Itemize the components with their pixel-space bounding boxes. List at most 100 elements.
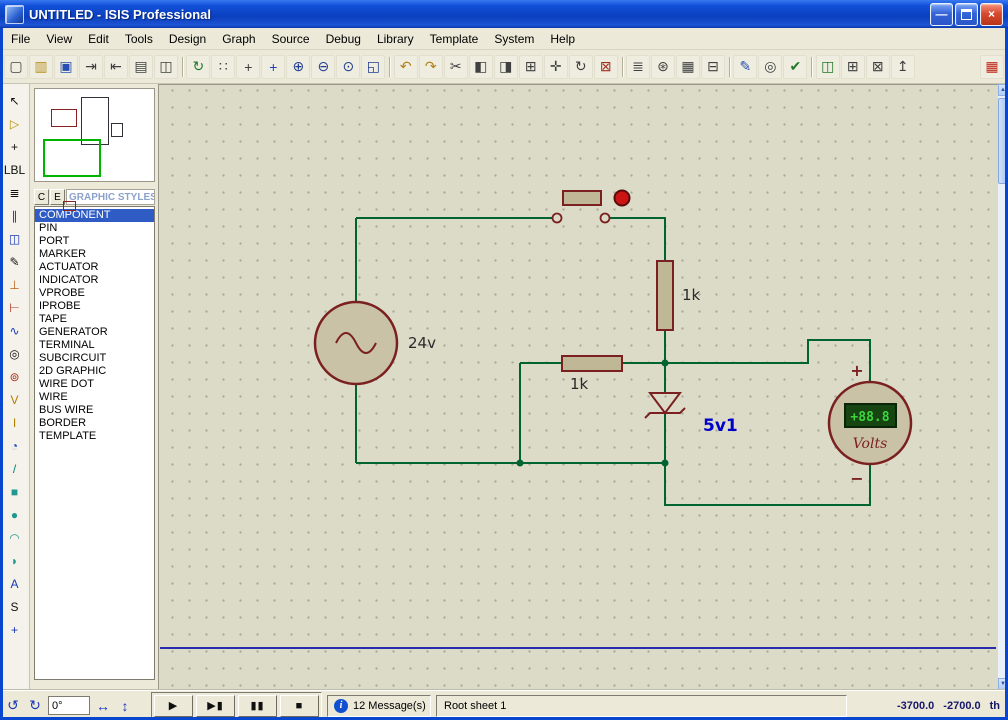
export-button[interactable]: ⇤ (104, 55, 128, 79)
component-mode-button[interactable]: ▷ (4, 113, 26, 134)
minimize-button[interactable]: — (930, 3, 953, 26)
wire-autorouter-button[interactable]: ✎ (733, 55, 757, 79)
zoom-all-button[interactable]: ⊙ (336, 55, 360, 79)
resistor-r2[interactable]: 1k (562, 356, 622, 393)
style-item-marker[interactable]: MARKER (35, 248, 154, 261)
style-item-terminal[interactable]: TERMINAL (35, 339, 154, 352)
import-button[interactable]: ⇥ (79, 55, 103, 79)
style-item-border[interactable]: BORDER (35, 417, 154, 430)
scroll-down-icon[interactable]: ▼ (998, 678, 1008, 690)
menu-library[interactable]: Library (369, 29, 422, 49)
instant-edit-mode-button[interactable]: ✎ (4, 251, 26, 272)
open-folder-button[interactable]: ▥ (29, 55, 53, 79)
goto-sheet-button[interactable]: ↥ (891, 55, 915, 79)
pause-button[interactable]: ▮▮ (238, 695, 277, 717)
wire-label-mode-button[interactable]: LBL (4, 159, 26, 180)
property-assignment-button[interactable]: ✔ (783, 55, 807, 79)
mark-print-area-button[interactable]: ◫ (154, 55, 178, 79)
style-item-actuator[interactable]: ACTUATOR (35, 261, 154, 274)
2d-circle-mode-button[interactable]: ● (4, 504, 26, 525)
resistor-r1[interactable]: 1k (657, 261, 701, 330)
style-item-tape[interactable]: TAPE (35, 313, 154, 326)
menu-tools[interactable]: Tools (117, 29, 161, 49)
selection-mode-button[interactable]: ↖ (4, 90, 26, 111)
style-item-iprobe[interactable]: IPROBE (35, 300, 154, 313)
text-script-mode-button[interactable]: ≣ (4, 182, 26, 203)
style-item-component[interactable]: COMPONENT (35, 209, 154, 222)
2d-marker-mode-button[interactable]: + (4, 619, 26, 640)
style-item-indicator[interactable]: INDICATOR (35, 274, 154, 287)
ac-source[interactable]: 24v (315, 302, 436, 384)
new-file-button[interactable]: ▢ (4, 55, 28, 79)
pick-components-button[interactable]: C (34, 189, 49, 205)
junction-dot-mode-button[interactable]: + (4, 136, 26, 157)
style-item-wire[interactable]: WIRE (35, 391, 154, 404)
device-pin-mode-button[interactable]: ⊢ (4, 297, 26, 318)
zener-diode[interactable]: 5v1 (645, 393, 738, 436)
menu-design[interactable]: Design (161, 29, 214, 49)
overview-minimap[interactable] (34, 88, 155, 182)
zoom-in-button[interactable]: ⊕ (286, 55, 310, 79)
save-button[interactable]: ▣ (54, 55, 78, 79)
rotate-anticlockwise-button[interactable]: ↺ (4, 697, 22, 715)
rotate-clockwise-button[interactable]: ↻ (26, 697, 44, 715)
netlist-to-ares-button[interactable]: ▦ (980, 55, 1004, 79)
copy-button[interactable]: ◧ (469, 55, 493, 79)
redo-button[interactable]: ↷ (419, 55, 443, 79)
stop-button[interactable]: ■ (280, 695, 319, 717)
make-device-button[interactable]: ⊛ (651, 55, 675, 79)
style-item-subcircuit[interactable]: SUBCIRCUIT (35, 352, 154, 365)
design-explorer-button[interactable]: ◫ (816, 55, 840, 79)
menu-template[interactable]: Template (422, 29, 487, 49)
overview-viewport-rect[interactable] (43, 139, 101, 177)
style-item-generator[interactable]: GENERATOR (35, 326, 154, 339)
graph-mode-button[interactable]: ∿ (4, 320, 26, 341)
block-rotate-button[interactable]: ↻ (569, 55, 593, 79)
style-item-pin[interactable]: PIN (35, 222, 154, 235)
scrollbar-thumb[interactable] (998, 98, 1008, 184)
style-item-port[interactable]: PORT (35, 235, 154, 248)
print-button[interactable]: ▤ (129, 55, 153, 79)
bus-mode-button[interactable]: ∥ (4, 205, 26, 226)
remove-sheet-button[interactable]: ⊠ (866, 55, 890, 79)
menu-edit[interactable]: Edit (80, 29, 117, 49)
subcircuit-mode-button[interactable]: ◫ (4, 228, 26, 249)
zoom-area-button[interactable]: ◱ (361, 55, 385, 79)
style-item-bus-wire[interactable]: BUS WIRE (35, 404, 154, 417)
2d-line-mode-button[interactable]: / (4, 458, 26, 479)
pick-parts-button[interactable]: ≣ (626, 55, 650, 79)
block-move-button[interactable]: ✛ (544, 55, 568, 79)
2d-box-mode-button[interactable]: ■ (4, 481, 26, 502)
current-probe-mode-button[interactable]: I (4, 412, 26, 433)
2d-path-mode-button[interactable]: ◗ (4, 550, 26, 571)
close-button[interactable]: × (980, 3, 1003, 26)
title-bar[interactable]: UNTITLED - ISIS Professional — × (0, 0, 1008, 28)
menu-graph[interactable]: Graph (214, 29, 263, 49)
tape-mode-button[interactable]: ◎ (4, 343, 26, 364)
2d-text-mode-button[interactable]: A (4, 573, 26, 594)
generator-mode-button[interactable]: ⊚ (4, 366, 26, 387)
block-copy-button[interactable]: ⊞ (519, 55, 543, 79)
packaging-tool-button[interactable]: ▦ (676, 55, 700, 79)
search-tag-button[interactable]: ◎ (758, 55, 782, 79)
message-panel[interactable]: i 12 Message(s) (327, 695, 431, 717)
menu-debug[interactable]: Debug (318, 29, 369, 49)
instrument-mode-button[interactable]: ◔ (4, 435, 26, 456)
mirror-horizontal-button[interactable]: ↔ (94, 697, 112, 715)
scroll-up-icon[interactable]: ▲ (998, 84, 1008, 96)
block-delete-button[interactable]: ⊠ (594, 55, 618, 79)
rotation-angle-input[interactable] (48, 696, 90, 715)
decompose-button[interactable]: ⊟ (701, 55, 725, 79)
style-item-vprobe[interactable]: VPROBE (35, 287, 154, 300)
vertical-scrollbar[interactable]: ▲ ▼ (998, 84, 1008, 690)
play-button[interactable]: ▶ (154, 695, 193, 717)
menu-file[interactable]: File (3, 29, 38, 49)
2d-symbol-mode-button[interactable]: S (4, 596, 26, 617)
mirror-vertical-button[interactable]: ↕ (116, 697, 134, 715)
undo-button[interactable]: ↶ (394, 55, 418, 79)
maximize-button[interactable] (955, 3, 978, 26)
menu-source[interactable]: Source (264, 29, 318, 49)
step-button[interactable]: ▶▮ (196, 695, 235, 717)
toggle-grid-button[interactable]: ∷ (211, 55, 235, 79)
false-origin-button[interactable]: + (236, 55, 260, 79)
